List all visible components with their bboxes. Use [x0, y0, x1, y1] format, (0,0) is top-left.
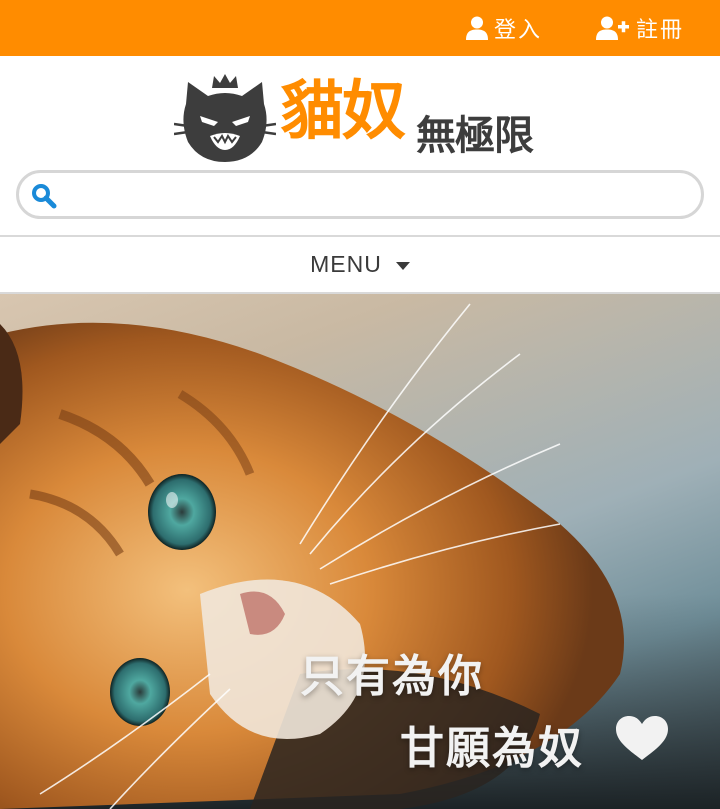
search-icon[interactable]: [31, 183, 57, 213]
hero-banner: 只有為你 甘願為奴: [0, 294, 720, 809]
register-label: 註冊: [636, 18, 685, 43]
heart-icon: [616, 716, 668, 766]
user-icon: [466, 16, 488, 40]
search-input[interactable]: [71, 179, 691, 211]
search-box: [16, 170, 704, 219]
logo-title: 貓奴: [280, 74, 406, 149]
site-logo[interactable]: 貓奴 無極限: [173, 66, 554, 166]
hero-slogan-line2: 甘願為奴: [400, 723, 584, 774]
logo-subtitle: 無極限: [416, 112, 534, 159]
menu-toggle[interactable]: MENU: [0, 237, 720, 292]
menu-label: MENU: [310, 251, 382, 277]
hero-slogan-line1: 只有為你: [300, 651, 484, 702]
cat-crown-icon: [173, 70, 277, 170]
caret-down-icon: [395, 256, 410, 275]
register-link[interactable]: 註冊: [596, 12, 684, 44]
login-link[interactable]: 登入: [466, 12, 542, 44]
user-plus-icon: [596, 16, 630, 40]
top-bar: 登入 註冊: [0, 0, 720, 56]
orange-cat-photo: [0, 303, 720, 809]
login-label: 登入: [494, 18, 543, 43]
